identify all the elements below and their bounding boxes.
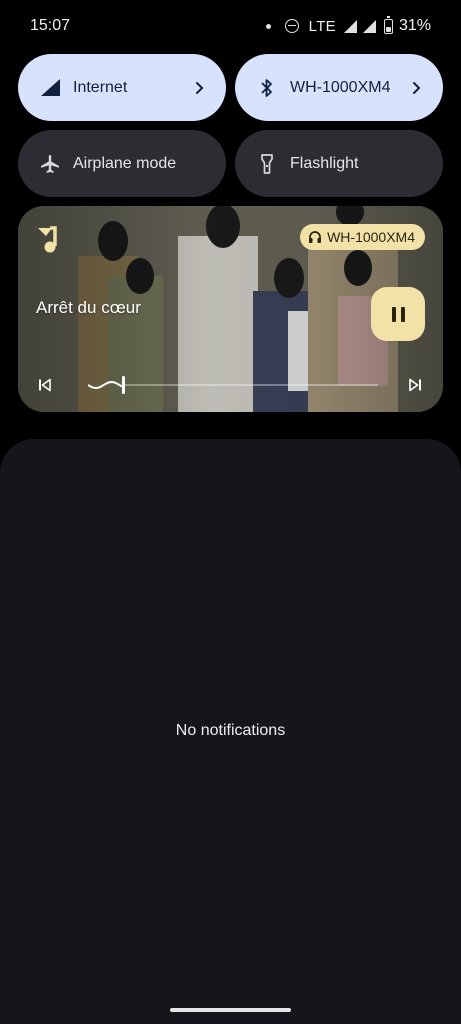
bluetooth-icon <box>257 78 277 98</box>
pause-icon <box>391 306 405 322</box>
headphones-icon <box>309 231 322 243</box>
tile-airplane-label: Airplane mode <box>73 154 177 172</box>
tile-flashlight-label: Flashlight <box>290 154 359 172</box>
output-device-label: WH-1000XM4 <box>327 229 415 245</box>
pause-button[interactable] <box>371 287 425 341</box>
empty-notifications-text: No notifications <box>175 722 286 739</box>
seek-progress <box>88 381 123 390</box>
cellular-signal-icon <box>40 78 60 98</box>
tile-internet[interactable]: Internet <box>18 54 226 121</box>
output-device-chip[interactable]: WH-1000XM4 <box>300 224 425 250</box>
status-icons: LTE 31% <box>265 15 431 35</box>
status-bar: 15:07 LTE 31% <box>0 0 461 52</box>
tile-bluetooth-label: WH-1000XM4 <box>290 78 391 96</box>
seek-thumb[interactable] <box>122 376 125 394</box>
media-player-card[interactable]: WH-1000XM4 Arrêt du cœur <box>18 206 443 412</box>
status-time: 15:07 <box>30 17 71 34</box>
tile-airplane-mode[interactable]: Airplane mode <box>18 130 226 197</box>
chevron-right-icon[interactable] <box>194 81 206 95</box>
battery-icon <box>383 15 393 34</box>
notification-dot-icon <box>265 23 271 29</box>
notification-shade: No notifications <box>0 439 461 1024</box>
network-type-label: LTE <box>308 17 336 35</box>
seek-bar[interactable] <box>88 372 378 398</box>
do-not-disturb-icon <box>284 19 299 33</box>
chevron-right-icon[interactable] <box>411 81 423 95</box>
seek-track <box>123 384 378 386</box>
battery-percent: 31% <box>398 17 431 34</box>
airplane-icon <box>40 154 60 174</box>
quick-settings-screen: 15:07 LTE 31% Internet WH-1000XM4 Airpla <box>0 0 461 1024</box>
battery-level-fill <box>385 27 391 32</box>
home-gesture-bar[interactable] <box>170 1008 291 1012</box>
tile-internet-label: Internet <box>73 78 128 96</box>
previous-track-button[interactable] <box>38 378 52 392</box>
lte-signal-icon <box>343 19 357 33</box>
song-title: Arrêt du cœur <box>36 298 141 317</box>
tile-flashlight[interactable]: Flashlight <box>235 130 443 197</box>
tile-bluetooth[interactable]: WH-1000XM4 <box>235 54 443 121</box>
music-note-icon <box>38 226 57 253</box>
flashlight-icon <box>257 153 277 174</box>
cell-signal-icon <box>362 19 376 33</box>
next-track-button[interactable] <box>408 378 422 392</box>
